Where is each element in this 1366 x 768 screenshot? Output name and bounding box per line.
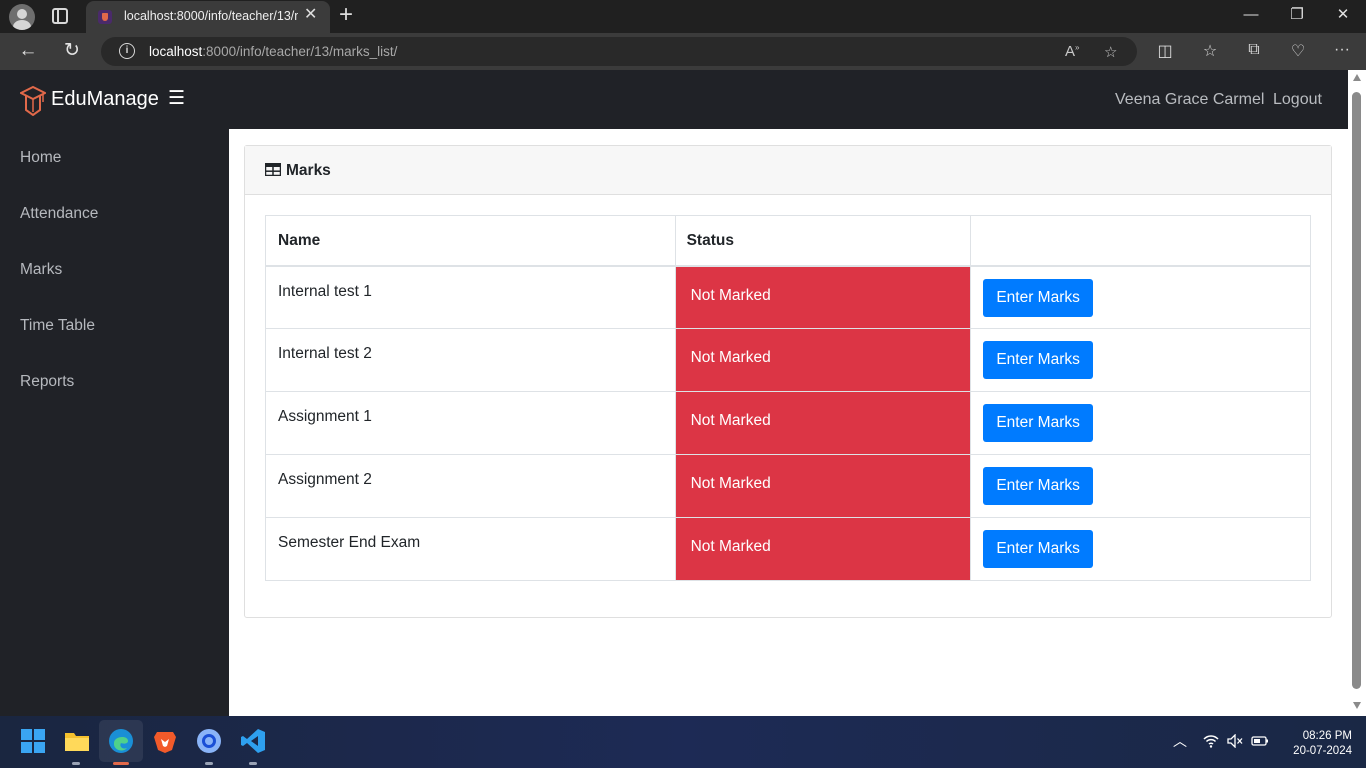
- minimize-icon[interactable]: —: [1228, 4, 1274, 26]
- url-text: localhost:8000/info/teacher/13/marks_lis…: [149, 44, 397, 59]
- site-info-icon[interactable]: i: [119, 43, 135, 59]
- status-badge: Not Marked: [674, 391, 972, 455]
- split-screen-icon[interactable]: ◫: [1154, 41, 1176, 61]
- running-indicator: [249, 762, 257, 765]
- edge-browser-icon[interactable]: [108, 728, 134, 754]
- marks-table: Name Status Internal test 1 Not Marked E…: [265, 215, 1311, 581]
- row-name: Assignment 2: [265, 454, 676, 518]
- sidebar-item-marks[interactable]: Marks: [20, 261, 62, 279]
- favorites-icon[interactable]: ☆: [1199, 41, 1221, 61]
- column-header-action: [970, 215, 1311, 267]
- table-row: Assignment 1 Not Marked Enter Marks: [265, 391, 1311, 455]
- close-window-icon[interactable]: ✕: [1320, 4, 1366, 26]
- brave-browser-icon[interactable]: [152, 728, 178, 754]
- row-name: Internal test 1: [265, 265, 676, 329]
- row-action-cell: Enter Marks: [970, 517, 1311, 581]
- file-explorer-icon[interactable]: [64, 728, 90, 754]
- enter-marks-button[interactable]: Enter Marks: [983, 404, 1093, 442]
- sidebar-item-attendance[interactable]: Attendance: [20, 205, 98, 223]
- browser-essentials-icon[interactable]: ♡: [1287, 41, 1309, 61]
- favorite-star-icon[interactable]: ☆: [1104, 43, 1117, 61]
- status-badge: Not Marked: [674, 454, 972, 518]
- clock-time: 08:26 PM: [1302, 730, 1352, 742]
- enter-marks-button[interactable]: Enter Marks: [983, 530, 1093, 568]
- enter-marks-button[interactable]: Enter Marks: [983, 467, 1093, 505]
- browser-address-bar: ← ↻ i localhost:8000/info/teacher/13/mar…: [0, 33, 1366, 70]
- url-field[interactable]: i localhost:8000/info/teacher/13/marks_l…: [101, 37, 1137, 66]
- user-name-link[interactable]: Veena Grace Carmel: [1115, 91, 1264, 109]
- sidebar: Home Attendance Marks Time Table Reports: [0, 129, 229, 716]
- enter-marks-button[interactable]: Enter Marks: [983, 341, 1093, 379]
- table-row: Internal test 1 Not Marked Enter Marks: [265, 265, 1311, 329]
- row-action-cell: Enter Marks: [970, 454, 1311, 518]
- tab-title: localhost:8000/info/teacher/13/m: [124, 9, 298, 23]
- profile-icon[interactable]: [9, 4, 35, 30]
- battery-icon[interactable]: [1251, 734, 1269, 750]
- logout-link[interactable]: Logout: [1273, 91, 1322, 109]
- vertical-scrollbar[interactable]: [1348, 70, 1366, 716]
- row-action-cell: Enter Marks: [970, 265, 1311, 329]
- running-indicator: [205, 762, 213, 765]
- main-content: Marks Name Status Internal test 1 Not Ma…: [229, 129, 1348, 716]
- show-hidden-icons-chevron-up-icon[interactable]: ︿: [1173, 734, 1187, 748]
- brand-name[interactable]: EduManage: [51, 88, 159, 111]
- card-title: Marks: [286, 162, 331, 179]
- card-header: Marks: [245, 146, 1331, 195]
- close-tab-icon[interactable]: ✕: [304, 7, 317, 23]
- table-header-row: Name Status: [265, 215, 1311, 267]
- browser-tab-bar: localhost:8000/info/teacher/13/m ✕ + — ❐…: [0, 0, 1366, 33]
- column-header-name: Name: [265, 215, 676, 267]
- scroll-up-arrow-icon[interactable]: [1353, 74, 1361, 81]
- sidebar-item-home[interactable]: Home: [20, 149, 61, 167]
- status-badge: Not Marked: [674, 517, 972, 581]
- more-options-icon[interactable]: ···: [1331, 41, 1353, 59]
- windows-start-icon[interactable]: [20, 728, 46, 754]
- table-row: Semester End Exam Not Marked Enter Marks: [265, 517, 1311, 581]
- windows-taskbar: ︿ 08:26 PM 20-07-2024: [0, 716, 1366, 768]
- volume-muted-icon[interactable]: [1227, 733, 1243, 750]
- table-row: Internal test 2 Not Marked Enter Marks: [265, 328, 1311, 392]
- scroll-down-arrow-icon[interactable]: [1353, 702, 1361, 709]
- app-navbar: EduManage ☰ Veena Grace Carmel Logout: [0, 70, 1348, 129]
- row-name: Assignment 1: [265, 391, 676, 455]
- new-tab-icon[interactable]: +: [339, 3, 353, 27]
- vscode-icon[interactable]: [240, 728, 266, 754]
- system-clock[interactable]: 08:26 PM 20-07-2024: [1282, 729, 1352, 759]
- sidebar-item-reports[interactable]: Reports: [20, 373, 74, 391]
- read-aloud-icon[interactable]: A»: [1065, 43, 1079, 60]
- row-action-cell: Enter Marks: [970, 328, 1311, 392]
- tab-actions-icon[interactable]: [52, 8, 68, 24]
- row-name: Semester End Exam: [265, 517, 676, 581]
- back-icon[interactable]: ←: [14, 39, 42, 63]
- menu-toggle-icon[interactable]: ☰: [168, 89, 185, 109]
- column-header-status: Status: [674, 215, 972, 267]
- browser-tab[interactable]: localhost:8000/info/teacher/13/m ✕: [86, 1, 330, 33]
- enter-marks-button[interactable]: Enter Marks: [983, 278, 1093, 317]
- table-icon: [265, 163, 281, 176]
- restore-icon[interactable]: ❐: [1274, 4, 1320, 26]
- favicon-icon: [98, 10, 112, 24]
- status-badge: Not Marked: [674, 265, 972, 329]
- url-path: :8000/info/teacher/13/marks_list/: [202, 44, 398, 59]
- wifi-icon[interactable]: [1203, 734, 1219, 750]
- status-badge: Not Marked: [674, 328, 972, 392]
- table-row: Assignment 2 Not Marked Enter Marks: [265, 454, 1311, 518]
- marks-card: Marks Name Status Internal test 1 Not Ma…: [244, 145, 1332, 618]
- sidebar-item-time-table[interactable]: Time Table: [20, 317, 95, 335]
- chromium-browser-icon[interactable]: [196, 728, 222, 754]
- graduation-cap-logo-icon: [20, 85, 46, 116]
- refresh-icon[interactable]: ↻: [58, 39, 86, 63]
- page-viewport: EduManage ☰ Veena Grace Carmel Logout Ho…: [0, 70, 1366, 716]
- running-indicator: [72, 762, 80, 765]
- row-action-cell: Enter Marks: [970, 391, 1311, 455]
- url-host: localhost: [149, 44, 203, 59]
- clock-date: 20-07-2024: [1293, 745, 1352, 757]
- active-indicator: [113, 762, 129, 765]
- scroll-thumb[interactable]: [1352, 92, 1361, 689]
- collections-icon[interactable]: ⧉: [1243, 41, 1265, 59]
- row-name: Internal test 2: [265, 328, 676, 392]
